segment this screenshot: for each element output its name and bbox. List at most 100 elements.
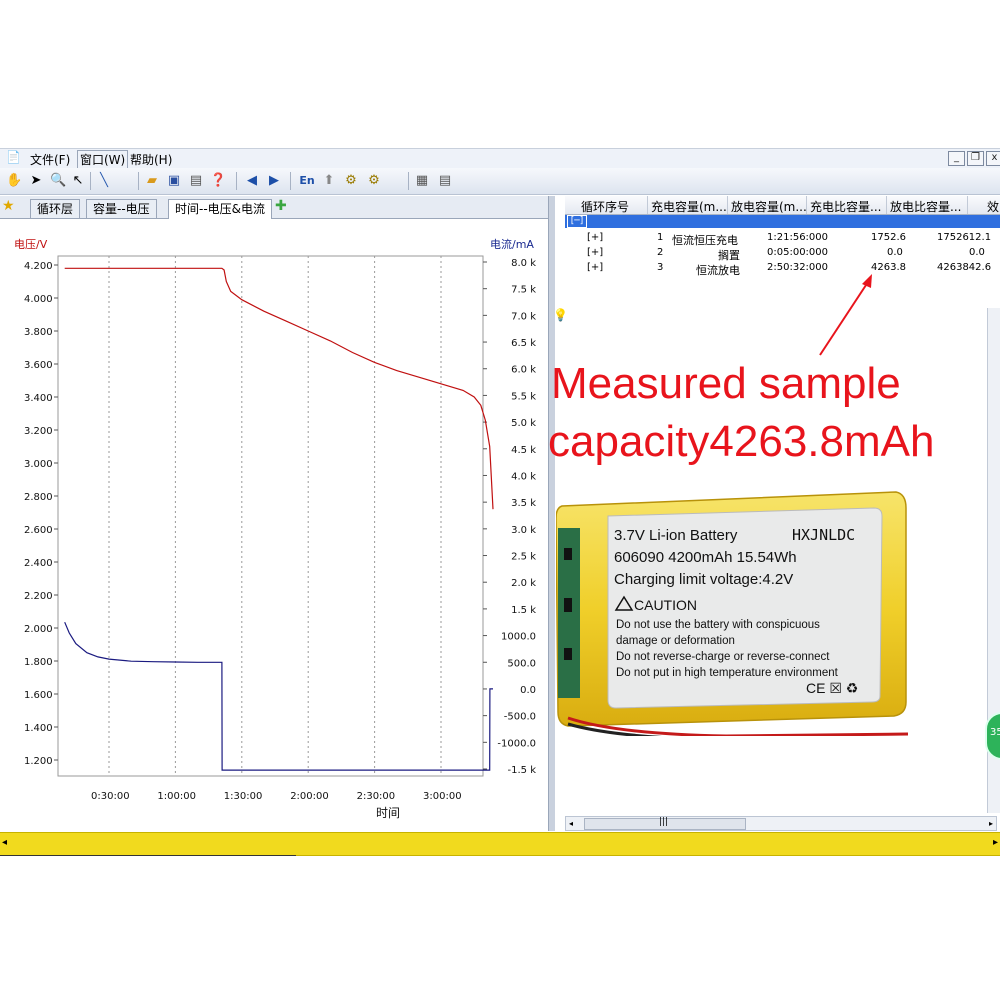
status-left-arrow[interactable]: ◂ [2, 837, 7, 848]
menu-file[interactable]: 文件(F) [30, 151, 70, 168]
battery-brand: HXJNLDC [792, 526, 855, 544]
line-tool-icon[interactable]: ╲ [96, 173, 112, 189]
col-charge-capacity[interactable]: 充电容量(m... [651, 198, 727, 215]
horizontal-scrollbar[interactable]: ◂ ||| ▸ [565, 816, 997, 831]
caution-line-2: damage or deformation [616, 635, 735, 647]
print-icon[interactable]: ▤ [188, 173, 204, 189]
left-tick-label: 1.600 [24, 690, 53, 701]
right-tick-label: 5.0 k [511, 418, 536, 429]
expand-toggle[interactable]: [+] [587, 232, 603, 243]
close-button[interactable]: x [986, 151, 1000, 166]
col-efficiency[interactable]: 效 [987, 198, 999, 215]
expand-toggle[interactable]: [+] [587, 247, 603, 258]
right-tick-label: 3.0 k [511, 525, 536, 536]
menu-window[interactable]: 窗口(W) [77, 150, 129, 169]
step-time: 1:21:56:000 [767, 232, 829, 243]
step-specific-capacity: 1752612.1 [937, 232, 992, 243]
right-tick-label: -1000.0 [497, 738, 536, 749]
save-icon[interactable]: ▣ [166, 173, 182, 189]
pin-icon[interactable]: ⬆ [321, 173, 337, 189]
table-header: 循环序号 充电容量(m... 放电容量(m... 充电比容量... 放电比容量.… [565, 196, 1000, 215]
right-tick-label: -1.5 k [508, 765, 537, 776]
status-bar: ◂ ▸ [0, 832, 1000, 856]
cursor-icon[interactable]: ↖ [70, 173, 86, 189]
step-index: 2 [657, 247, 664, 258]
minimize-button[interactable]: _ [948, 151, 965, 166]
right-tick-label: 3.5 k [511, 498, 536, 509]
step-specific-capacity: 0.0 [969, 247, 985, 258]
expand-toggle[interactable]: [+] [587, 262, 603, 273]
tab-bar: ★ 循环层 容量--电压 时间--电压&电流 ✚ [0, 196, 548, 219]
tab-capacity-voltage[interactable]: 容量--电压 [86, 199, 157, 218]
col-cycle-index[interactable]: 循环序号 [581, 198, 629, 215]
chart-panel: 电压/V 电流/mA 0:30:00 1:00:00 1:30:00 2:00:00 2… [0, 219, 548, 831]
current-series-line [64, 621, 493, 771]
right-tick-label: 5.5 k [511, 391, 536, 402]
col-discharge-specific-capacity[interactable]: 放电比容量... [890, 198, 961, 215]
app-icon: 📄 [6, 150, 21, 164]
menu-bar: 📄 文件(F) 窗口(W) 帮助(H) _ ❐ x [0, 148, 1000, 169]
step-name: 搁置 [718, 249, 740, 262]
table-view-icon[interactable]: ▤ [437, 173, 453, 189]
left-tick-label: 2.600 [24, 525, 53, 536]
green-badge-text: 35 [990, 727, 1000, 738]
left-tick-label: 3.600 [24, 360, 53, 371]
green-badge: 35 [985, 712, 1000, 760]
step-index: 1 [657, 232, 664, 243]
add-tab-icon[interactable]: ✚ [275, 198, 287, 214]
right-tick-label: 0.0 [520, 685, 536, 696]
selected-cycle-row[interactable]: [─] [565, 215, 1000, 228]
x-tick-label: 0:30:00 [91, 791, 130, 802]
menu-help[interactable]: 帮助(H) [130, 151, 172, 168]
caution-line-4: Do not put in high temperature environme… [616, 667, 839, 679]
scroll-thumb[interactable]: ||| [584, 817, 746, 830]
right-tick-label: 1000.0 [501, 632, 536, 643]
star-icon[interactable]: ★ [2, 198, 15, 214]
left-tick-label: 3.800 [24, 327, 53, 338]
step-index: 3 [657, 262, 664, 273]
capacity-annotation: Measured sample capacity4263.8mAh [548, 355, 1000, 471]
right-tick-label: 8.0 k [511, 258, 536, 269]
x-tick-label: 1:00:00 [157, 791, 196, 802]
tab-cycle-layer[interactable]: 循环层 [30, 199, 81, 218]
caution-title: CAUTION [634, 597, 697, 613]
back-icon[interactable]: ◀ [244, 173, 260, 189]
status-right-arrow[interactable]: ▸ [993, 837, 998, 848]
left-tick-label: 1.400 [24, 723, 53, 734]
x-axis-label: 时间 [376, 806, 400, 820]
battery-line-2: 606090 4200mAh 15.54Wh [614, 549, 797, 566]
caution-line-1: Do not use the battery with conspicuous [616, 619, 820, 631]
step-name: 恒流恒压充电 [672, 234, 738, 247]
step-specific-capacity: 4263842.6 [937, 262, 992, 273]
help-icon[interactable]: ❓ [210, 173, 226, 189]
step-time: 0:05:00:000 [767, 247, 829, 258]
col-charge-specific-capacity[interactable]: 充电比容量... [810, 198, 881, 215]
collapse-toggle[interactable]: [─] [567, 215, 587, 228]
scroll-left-arrow[interactable]: ◂ [566, 817, 576, 830]
right-tick-label: 7.0 k [511, 311, 536, 322]
time-voltage-current-chart: 电压/V 电流/mA 0:30:00 1:00:00 1:30:00 2:00:00 2… [14, 237, 537, 820]
right-tick-label: -500.0 [504, 712, 536, 723]
settings-a-icon[interactable]: ⚙ [343, 173, 359, 189]
scroll-right-arrow[interactable]: ▸ [986, 817, 996, 830]
zoom-icon[interactable]: 🔍 [50, 173, 66, 189]
scroll-grip: ||| [659, 817, 669, 827]
language-button[interactable]: En [297, 173, 317, 189]
restore-button[interactable]: ❐ [967, 151, 984, 166]
settings-b-icon[interactable]: ⚙ [366, 173, 382, 189]
left-tick-label: 1.800 [24, 657, 53, 668]
tab-time-voltage-current[interactable]: 时间--电压&电流 [168, 199, 273, 219]
forward-icon[interactable]: ▶ [266, 173, 282, 189]
right-tick-label: 6.5 k [511, 338, 536, 349]
col-discharge-capacity[interactable]: 放电容量(m... [731, 198, 807, 215]
hand-icon[interactable]: ✋ [6, 173, 22, 189]
grid-view-icon[interactable]: ▦ [414, 173, 430, 189]
open-folder-icon[interactable]: ▰ [144, 173, 160, 189]
left-tick-label: 4.000 [24, 294, 53, 305]
left-tick-label: 2.200 [24, 591, 53, 602]
annotation-line-2: capacity4263.8mAh [548, 417, 935, 466]
battery-photo: 3.7V Li-ion Battery HXJNLDC 606090 4200m… [556, 491, 908, 736]
caution-line-3: Do not reverse-charge or reverse-connect [616, 651, 830, 663]
toolbar: ✋ ➤ 🔍 ↖ ╲ ▰ ▣ ▤ ❓ ◀ ▶ En ⬆ ⚙ ⚙ ▦ ▤ [0, 168, 1000, 195]
pointer-icon[interactable]: ➤ [28, 173, 44, 189]
